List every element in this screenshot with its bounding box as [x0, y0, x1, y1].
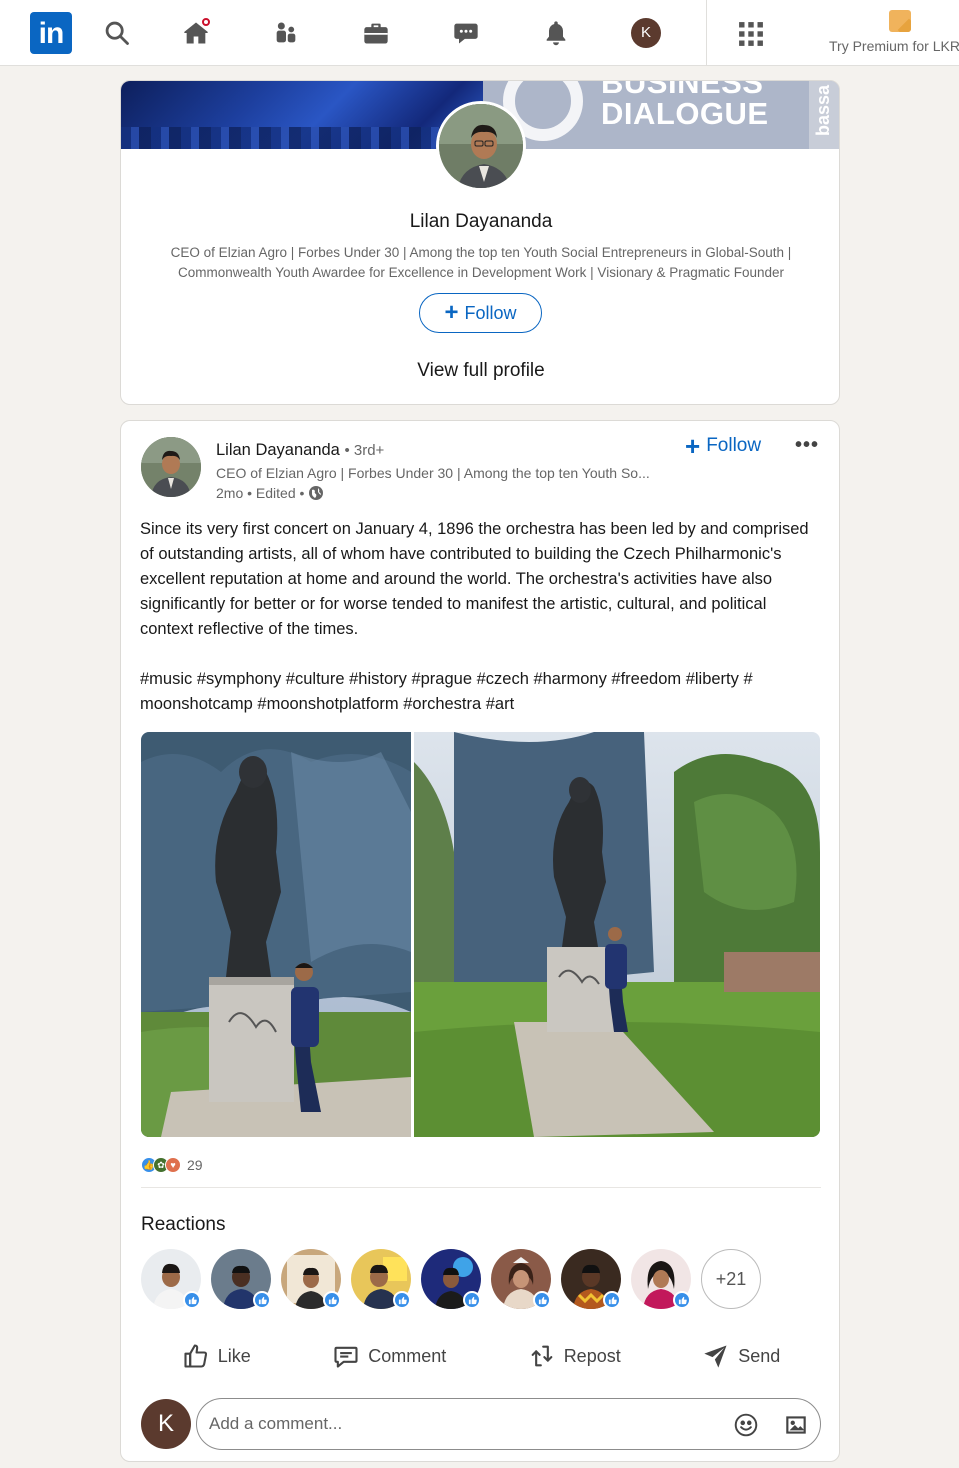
linkedin-logo[interactable]: in [30, 12, 72, 54]
like-badge-icon [533, 1291, 551, 1309]
send-icon [704, 1345, 727, 1368]
post-author-name[interactable]: Lilan Dayananda • 3rd+ [216, 441, 384, 460]
reactions-summary[interactable]: 👍 ✿ ♥ 29 [141, 1157, 203, 1173]
post-image-2[interactable] [414, 732, 820, 1137]
like-badge-icon [603, 1291, 621, 1309]
top-navigation-bar: in K Try Premium for LKR [0, 0, 959, 66]
like-badge-icon [323, 1291, 341, 1309]
like-badge-icon [393, 1291, 411, 1309]
connection-degree: • 3rd+ [344, 442, 385, 459]
profile-avatar[interactable] [436, 101, 526, 191]
like-badge-icon [673, 1291, 691, 1309]
plus-icon: + [685, 431, 701, 461]
profile-headline: CEO of Elzian Agro | Forbes Under 30 | A… [170, 245, 792, 280]
reactor-avatar[interactable] [491, 1249, 551, 1309]
grid-icon[interactable] [738, 21, 764, 47]
love-reaction-icon: ♥ [165, 1157, 181, 1173]
banner-title: BUSINESS DIALOGUE [601, 81, 769, 131]
reactor-avatar[interactable] [141, 1249, 201, 1309]
reactor-avatar[interactable] [421, 1249, 481, 1309]
me-avatar[interactable]: K [631, 18, 661, 48]
reactor-avatar[interactable] [211, 1249, 271, 1309]
notifications-icon[interactable] [536, 14, 576, 52]
comment-box [196, 1398, 821, 1450]
repost-icon [531, 1345, 553, 1367]
post-card: Lilan Dayananda • 3rd+ CEO of Elzian Agr… [120, 420, 840, 1462]
search-icon[interactable] [97, 14, 137, 52]
follow-button[interactable]: + Follow [419, 293, 542, 333]
nav-divider [706, 0, 707, 66]
banner-photo [121, 81, 483, 149]
reaction-count: 29 [187, 1157, 203, 1173]
post-paragraph: Since its very first concert on January … [140, 520, 809, 638]
notification-badge [200, 16, 212, 28]
comment-input[interactable] [209, 1409, 709, 1439]
emoji-icon[interactable] [733, 1412, 759, 1438]
reactor-avatar[interactable] [561, 1249, 621, 1309]
post-author-headline: CEO of Elzian Agro | Forbes Under 30 | A… [216, 465, 650, 481]
reactions-heading: Reactions [141, 1214, 226, 1235]
post-actions-bar: Like Comment Repost Send [141, 1333, 821, 1379]
follow-label: Follow [464, 302, 517, 323]
view-full-profile-link[interactable]: View full profile [121, 360, 839, 382]
reactor-avatar[interactable] [351, 1249, 411, 1309]
post-meta: 2mo • Edited • [216, 485, 324, 501]
more-options-icon[interactable]: ••• [795, 433, 819, 457]
post-text: Since its very first concert on January … [140, 517, 820, 717]
comment-icon [334, 1346, 358, 1368]
like-badge-icon [253, 1291, 271, 1309]
like-badge-icon [463, 1291, 481, 1309]
post-hashtags[interactable]: #music #symphony #culture #history #prag… [140, 667, 820, 717]
commenter-avatar[interactable]: K [141, 1399, 191, 1449]
reaction-icons: 👍 ✿ ♥ [141, 1157, 181, 1173]
comment-button[interactable]: Comment [332, 1333, 446, 1379]
profile-name[interactable]: Lilan Dayananda [121, 211, 839, 233]
send-button[interactable]: Send [702, 1333, 780, 1379]
thumbs-up-icon [184, 1344, 207, 1368]
more-reactors-button[interactable]: +21 [701, 1249, 761, 1309]
home-icon[interactable] [176, 14, 216, 52]
post-follow-button[interactable]: + Follow [685, 431, 761, 461]
globe-icon [309, 486, 324, 500]
profile-card: BUSINESS DIALOGUE bassa Lilan Dayananda … [120, 80, 840, 405]
image-icon[interactable] [783, 1412, 809, 1438]
post-image-1[interactable] [141, 732, 411, 1137]
premium-icon[interactable] [889, 10, 911, 32]
try-premium-link[interactable]: Try Premium for LKR [829, 38, 959, 54]
reactor-avatar[interactable] [631, 1249, 691, 1309]
like-badge-icon [183, 1291, 201, 1309]
my-network-icon[interactable] [266, 14, 306, 52]
messaging-icon[interactable] [446, 14, 486, 52]
repost-button[interactable]: Repost [528, 1333, 621, 1379]
divider [141, 1187, 821, 1188]
like-button[interactable]: Like [182, 1333, 251, 1379]
post-author-avatar[interactable] [141, 437, 201, 497]
reactor-avatar[interactable] [281, 1249, 341, 1309]
jobs-icon[interactable] [356, 14, 396, 52]
plus-icon: + [444, 299, 459, 326]
banner-side-strip: bassa [809, 81, 839, 149]
